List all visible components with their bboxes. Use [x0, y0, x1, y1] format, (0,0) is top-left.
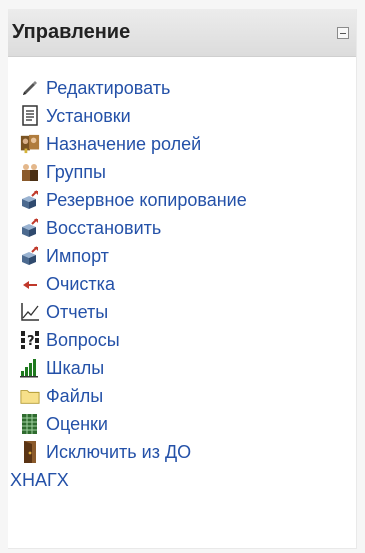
- menu-item-assign-roles[interactable]: Назначение ролей: [8, 130, 356, 158]
- menu-item-files[interactable]: Файлы: [8, 382, 356, 410]
- menu-item-reset[interactable]: Очистка: [8, 270, 356, 298]
- menu-item-import[interactable]: Импорт: [8, 242, 356, 270]
- questions-icon: ?: [20, 329, 40, 351]
- menu-item-questions[interactable]: ? Вопросы: [8, 326, 356, 354]
- groups-icon: [20, 161, 40, 183]
- menu-item-restore[interactable]: Восстановить: [8, 214, 356, 242]
- svg-text:?: ?: [27, 334, 35, 349]
- menu-item-edit[interactable]: Редактировать: [8, 74, 356, 102]
- admin-block: Управление Редактировать Установки Назна…: [8, 9, 357, 549]
- menu-item-label[interactable]: Файлы: [46, 386, 103, 407]
- menu-item-groups[interactable]: Группы: [8, 158, 356, 186]
- unenrol-door-icon: [20, 441, 40, 463]
- scales-bars-icon: [20, 357, 40, 379]
- menu-item-course-link[interactable]: ХНАГХ: [8, 466, 356, 494]
- menu-item-grades[interactable]: Оценки: [8, 410, 356, 438]
- menu-item-label[interactable]: Установки: [46, 106, 131, 127]
- menu-item-reports[interactable]: Отчеты: [8, 298, 356, 326]
- menu-item-label[interactable]: Отчеты: [46, 302, 108, 323]
- block-header: Управление: [8, 9, 356, 57]
- menu-item-scales[interactable]: Шкалы: [8, 354, 356, 382]
- menu-item-label[interactable]: Группы: [46, 162, 106, 183]
- menu-item-label[interactable]: Оценки: [46, 414, 108, 435]
- block-title: Управление: [12, 21, 131, 43]
- menu-item-label[interactable]: Редактировать: [46, 78, 170, 99]
- menu-item-label[interactable]: Шкалы: [46, 358, 104, 379]
- backup-icon: [20, 189, 40, 211]
- menu-item-label[interactable]: Очистка: [46, 274, 115, 295]
- grades-table-icon: [20, 413, 40, 435]
- menu-item-label[interactable]: Исключить из ДО: [46, 442, 191, 463]
- menu-item-settings[interactable]: Установки: [8, 102, 356, 130]
- edit-pencil-icon: [20, 77, 40, 99]
- menu-item-label[interactable]: Восстановить: [46, 218, 161, 239]
- folder-icon: [20, 385, 40, 407]
- admin-menu: Редактировать Установки Назначение ролей…: [8, 74, 356, 494]
- settings-document-icon: [20, 105, 40, 127]
- assign-roles-icon: [20, 133, 40, 155]
- course-link-label[interactable]: ХНАГХ: [10, 470, 69, 491]
- import-icon: [20, 245, 40, 267]
- menu-item-label[interactable]: Импорт: [46, 246, 109, 267]
- menu-item-backup[interactable]: Резервное копирование: [8, 186, 356, 214]
- menu-item-label[interactable]: Назначение ролей: [46, 134, 201, 155]
- restore-icon: [20, 217, 40, 239]
- menu-item-unenrol[interactable]: Исключить из ДО: [8, 438, 356, 466]
- collapse-toggle-icon[interactable]: [337, 27, 349, 39]
- menu-item-label[interactable]: Вопросы: [46, 330, 120, 351]
- reports-chart-icon: [20, 301, 40, 323]
- reset-arrow-icon: [20, 273, 40, 295]
- menu-item-label[interactable]: Резервное копирование: [46, 190, 247, 211]
